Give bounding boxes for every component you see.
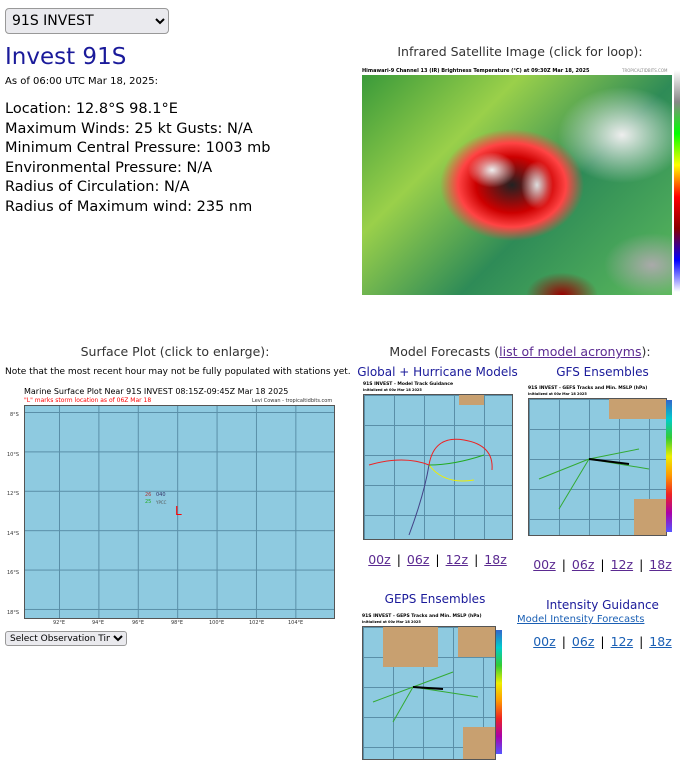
satellite-heading: Infrared Satellite Image (click for loop… <box>397 44 643 59</box>
surface-subcaption: "L" marks storm location as of 06Z Mar 1… <box>24 397 152 404</box>
satellite-image[interactable] <box>362 75 672 295</box>
global-models-image[interactable] <box>363 394 513 540</box>
gfs-run-12z[interactable]: 12z <box>611 557 633 572</box>
surface-heading: Surface Plot (click to enlarge): <box>80 344 270 359</box>
geps-init: Initialized at 00z Mar 18 2025 <box>362 620 421 624</box>
station-dewpoint: 25 <box>145 499 152 505</box>
gfs-ensembles-image[interactable] <box>528 398 667 536</box>
intensity-run-12z[interactable]: 12z <box>611 634 633 649</box>
satellite-credit: TROPICALTIDBITS.COM <box>622 68 668 73</box>
intensity-run-links: 00z | 06z | 12z | 18z <box>533 634 672 649</box>
surface-note: Note that the most recent hour may not b… <box>5 367 351 377</box>
intensity-run-00z[interactable]: 00z <box>533 634 555 649</box>
lon-tick: 100°E <box>209 620 225 626</box>
lat-tick: 16°S <box>7 570 20 576</box>
gfs-caption: 91S INVEST - GEFS Tracks and Min. MSLP (… <box>528 386 648 391</box>
model-intensity-link[interactable]: Model Intensity Forecasts <box>517 614 644 625</box>
stat-radius-circulation: Radius of Circulation: N/A <box>5 179 190 195</box>
global-models-title: Global + Hurricane Models <box>357 365 518 379</box>
station-pressure: 040 <box>156 492 166 498</box>
global-run-18z[interactable]: 18z <box>484 552 506 567</box>
observation-time-select[interactable]: Select Observation Time... <box>5 631 127 646</box>
as-of-timestamp: As of 06:00 UTC Mar 18, 2025: <box>5 76 158 87</box>
stat-radius-max-wind: Radius of Maximum wind: 235 nm <box>5 199 253 215</box>
lat-tick: 8°S <box>10 412 19 418</box>
global-run-00z[interactable]: 00z <box>368 552 390 567</box>
lon-tick: 96°E <box>132 620 145 626</box>
geps-ensembles-image[interactable] <box>362 626 496 760</box>
gfs-run-18z[interactable]: 18z <box>649 557 671 572</box>
surface-credit: Levi Cowan - tropicaltidbits.com <box>252 398 333 404</box>
gfs-colorbar <box>666 400 672 532</box>
lon-tick: 102°E <box>249 620 265 626</box>
intensity-title: Intensity Guidance <box>546 598 659 612</box>
satellite-caption: Himawari-9 Channel 13 (IR) Brightness Te… <box>362 68 590 74</box>
storm-title: Invest 91S <box>5 44 127 70</box>
lon-tick: 104°E <box>288 620 304 626</box>
gfs-run-00z[interactable]: 00z <box>533 557 555 572</box>
lon-tick: 92°E <box>53 620 66 626</box>
gfs-tracks <box>538 448 650 510</box>
storm-select[interactable]: 91S INVEST <box>5 8 169 34</box>
stat-env-pressure: Environmental Pressure: N/A <box>5 160 213 176</box>
stat-max-winds: Maximum Winds: 25 kt Gusts: N/A <box>5 121 253 137</box>
surface-caption: Marine Surface Plot Near 91S INVEST 08:1… <box>24 387 289 396</box>
models-heading: Model Forecasts (list of model acronyms)… <box>389 344 651 359</box>
geps-colorbar <box>496 630 502 754</box>
geps-tracks <box>372 671 479 723</box>
gfs-init: Initialized at 00z Mar 18 2025 <box>528 392 587 396</box>
model-acronyms-link[interactable]: list of model acronyms <box>499 344 641 359</box>
global-run-links: 00z | 06z | 12z | 18z <box>368 552 507 567</box>
lon-tick: 98°E <box>171 620 184 626</box>
gfs-run-links: 00z | 06z | 12z | 18z <box>533 557 672 572</box>
lon-tick: 94°E <box>92 620 105 626</box>
geps-caption: 91S INVEST - GEPS Tracks and Min. MSLP (… <box>362 614 482 619</box>
surface-plot-image[interactable]: 26 040 25 YPCC L <box>24 405 335 619</box>
station-id: YPCC <box>156 500 167 505</box>
intensity-run-18z[interactable]: 18z <box>649 634 671 649</box>
global-run-06z[interactable]: 06z <box>407 552 429 567</box>
lat-tick: 12°S <box>7 491 20 497</box>
gfs-run-06z[interactable]: 06z <box>572 557 594 572</box>
global-caption: 91S INVEST - Model Track Guidance <box>363 382 454 387</box>
lat-tick: 10°S <box>7 452 20 458</box>
lat-tick: 14°S <box>7 531 20 537</box>
stat-min-pressure: Minimum Central Pressure: 1003 mb <box>5 140 271 156</box>
intensity-run-06z[interactable]: 06z <box>572 634 594 649</box>
stat-location: Location: 12.8°S 98.1°E <box>5 101 178 117</box>
satellite-colorbar <box>674 70 680 292</box>
geps-title: GEPS Ensembles <box>384 592 486 606</box>
storm-location-marker: L <box>175 504 182 518</box>
lat-tick: 18°S <box>7 610 20 616</box>
global-run-12z[interactable]: 12z <box>446 552 468 567</box>
model-tracks <box>368 438 493 536</box>
global-init: Initialized at 00z Mar 18 2025 <box>363 388 422 392</box>
station-temp: 26 <box>145 492 152 498</box>
gfs-title: GFS Ensembles <box>556 365 649 379</box>
